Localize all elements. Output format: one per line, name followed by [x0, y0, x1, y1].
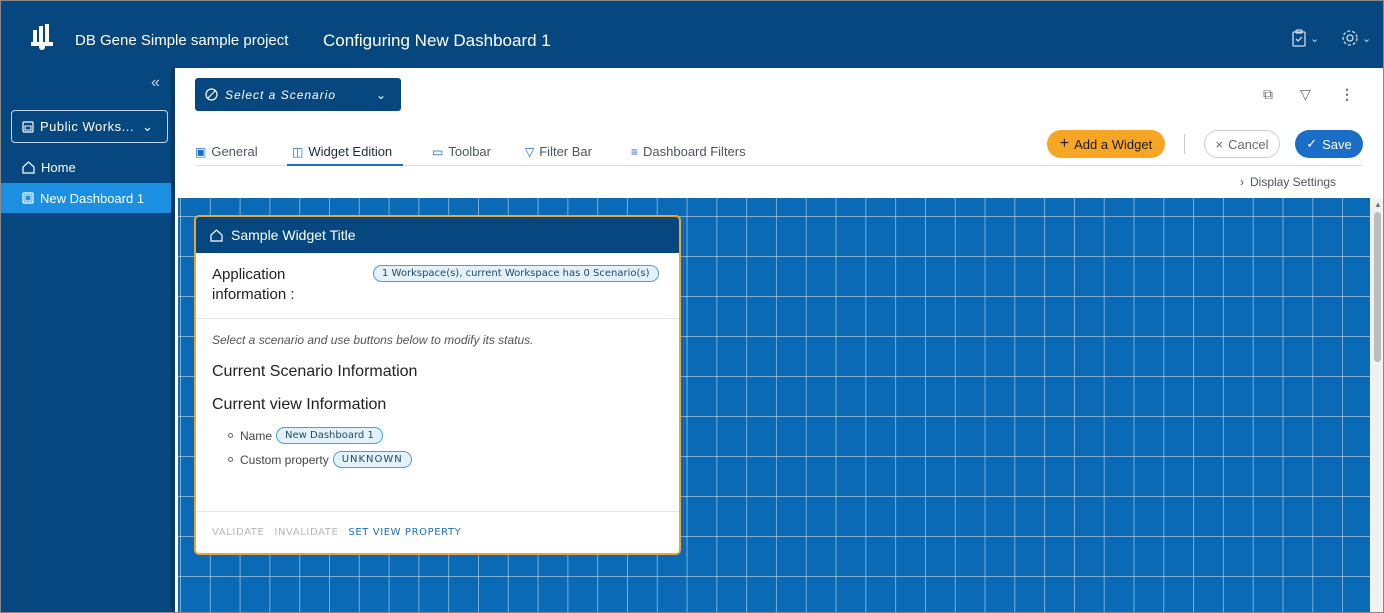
- main-content: Select a Scenario ⌄ ⧉ ▽ ⋮ ▣ General ◫ Wi…: [176, 68, 1383, 612]
- toolbar-icon: ▭: [432, 144, 444, 159]
- app-info-label: Application information :: [212, 266, 295, 303]
- tab-filter-bar[interactable]: ▽ Filter Bar: [525, 144, 592, 159]
- current-scenario-heading: Current Scenario Information: [212, 363, 418, 380]
- plus-icon: +: [1059, 135, 1070, 152]
- settings-menu-button[interactable]: ⌄: [1341, 29, 1371, 47]
- sidebar-item-label: New Dashboard 1: [40, 190, 145, 206]
- tab-label: Filter Bar: [539, 144, 592, 159]
- name-label: Name: [240, 428, 273, 443]
- invalidate-button[interactable]: INVALIDATE: [274, 527, 338, 538]
- sidebar-resize-handle[interactable]: [171, 68, 175, 612]
- chevron-right-icon: ›: [1240, 175, 1244, 189]
- sample-widget[interactable]: Sample Widget Title Application informat…: [194, 215, 681, 555]
- tab-bar: ▣ General ◫ Widget Edition ▭ Toolbar ▽ F…: [195, 138, 1363, 166]
- tab-label: Toolbar: [448, 144, 491, 159]
- scenario-select[interactable]: Select a Scenario ⌄: [195, 78, 401, 111]
- tab-label: General: [211, 144, 258, 159]
- close-icon: ×: [1215, 136, 1224, 152]
- workspace-info-badge: 1 Workspace(s), current Workspace has 0 …: [373, 265, 659, 282]
- tab-widget-edition[interactable]: ◫ Widget Edition: [292, 144, 392, 159]
- chevron-down-icon: ⌄: [1310, 32, 1320, 45]
- no-scenario-icon: [205, 88, 218, 101]
- scrollbar-thumb[interactable]: [1374, 212, 1381, 362]
- chevron-down-icon: ⌄: [1362, 32, 1372, 45]
- list-filter-icon: ≡: [631, 144, 639, 159]
- name-property: Name New Dashboard 1: [228, 427, 383, 444]
- add-widget-label: Add a Widget: [1074, 136, 1153, 152]
- cancel-button[interactable]: × Cancel: [1204, 130, 1280, 158]
- active-tab-indicator: [287, 164, 403, 166]
- name-value-badge: New Dashboard 1: [276, 427, 383, 444]
- sidebar-item-home[interactable]: Home: [1, 152, 175, 182]
- home-icon: [22, 160, 35, 174]
- collapse-sidebar-button[interactable]: «: [151, 74, 160, 92]
- scenario-hint: Select a scenario and use buttons below …: [212, 333, 534, 347]
- tab-label: Dashboard Filters: [643, 144, 746, 159]
- tab-general[interactable]: ▣ General: [195, 144, 258, 159]
- display-settings-toggle[interactable]: › Display Settings: [1240, 175, 1336, 189]
- divider: [196, 318, 679, 319]
- display-settings-label: Display Settings: [1250, 175, 1337, 189]
- clipboard-check-icon: [1292, 29, 1306, 47]
- workspace-select-value: Public Works...: [40, 119, 134, 134]
- filter-icon[interactable]: ▽: [1300, 86, 1311, 103]
- sidebar-item-new-dashboard[interactable]: New Dashboard 1: [1, 183, 175, 213]
- tab-toolbar[interactable]: ▭ Toolbar: [432, 144, 491, 159]
- check-icon: ✓: [1306, 136, 1318, 151]
- bullet-icon: [228, 433, 233, 438]
- dashboard-icon: [22, 192, 34, 204]
- clipboard-menu-button[interactable]: ⌄: [1291, 29, 1319, 47]
- validate-button[interactable]: VALIDATE: [212, 527, 264, 538]
- tab-label: Widget Edition: [308, 144, 393, 159]
- tab-dashboard-filters[interactable]: ≡ Dashboard Filters: [631, 144, 746, 159]
- widget-title: Sample Widget Title: [231, 227, 356, 243]
- bullet-icon: [228, 457, 233, 462]
- more-options-icon[interactable]: ⋮: [1340, 86, 1354, 103]
- chevron-down-icon: ⌄: [375, 87, 387, 102]
- general-icon: ▣: [195, 144, 207, 159]
- current-view-heading: Current view Information: [212, 396, 387, 413]
- app-window: DB Gene Simple sample project Configurin…: [0, 0, 1384, 613]
- top-header: DB Gene Simple sample project Configurin…: [1, 1, 1383, 68]
- sidebar: « Public Works... ⌄ Home New Dashboard 1: [1, 68, 175, 612]
- workspace-icon: [22, 120, 34, 133]
- add-widget-button[interactable]: + Add a Widget: [1047, 130, 1165, 158]
- widget-icon: ◫: [292, 144, 304, 159]
- home-icon: [210, 228, 223, 242]
- save-button[interactable]: ✓ Save: [1295, 130, 1363, 158]
- app-logo-icon: [31, 24, 53, 50]
- page-title: Configuring New Dashboard 1: [323, 31, 551, 50]
- gear-icon: [1342, 30, 1358, 46]
- chevron-down-icon: ⌄: [141, 118, 154, 134]
- divider: [1184, 134, 1185, 154]
- workspace-select[interactable]: Public Works... ⌄: [11, 110, 168, 143]
- widget-header: Sample Widget Title: [196, 217, 679, 253]
- divider: [196, 511, 679, 512]
- set-view-property-button[interactable]: SET VIEW PROPERTY: [348, 527, 461, 538]
- cancel-label: Cancel: [1228, 136, 1269, 152]
- scenario-select-placeholder: Select a Scenario: [225, 87, 337, 102]
- copy-icon[interactable]: ⧉: [1263, 86, 1273, 103]
- sidebar-item-label: Home: [41, 159, 76, 175]
- canvas-scrollbar[interactable]: ▲: [1370, 198, 1383, 612]
- scroll-up-arrow-icon[interactable]: ▲: [1374, 200, 1382, 209]
- custom-property: Custom property UNKNOWN: [228, 451, 412, 468]
- widget-actions: VALIDATE INVALIDATE SET VIEW PROPERTY: [212, 527, 461, 538]
- custom-property-label: Custom property: [240, 452, 329, 467]
- filter-icon: ▽: [525, 144, 535, 159]
- custom-property-badge: UNKNOWN: [332, 451, 412, 468]
- project-name: DB Gene Simple sample project: [75, 32, 289, 49]
- save-label: Save: [1322, 136, 1352, 152]
